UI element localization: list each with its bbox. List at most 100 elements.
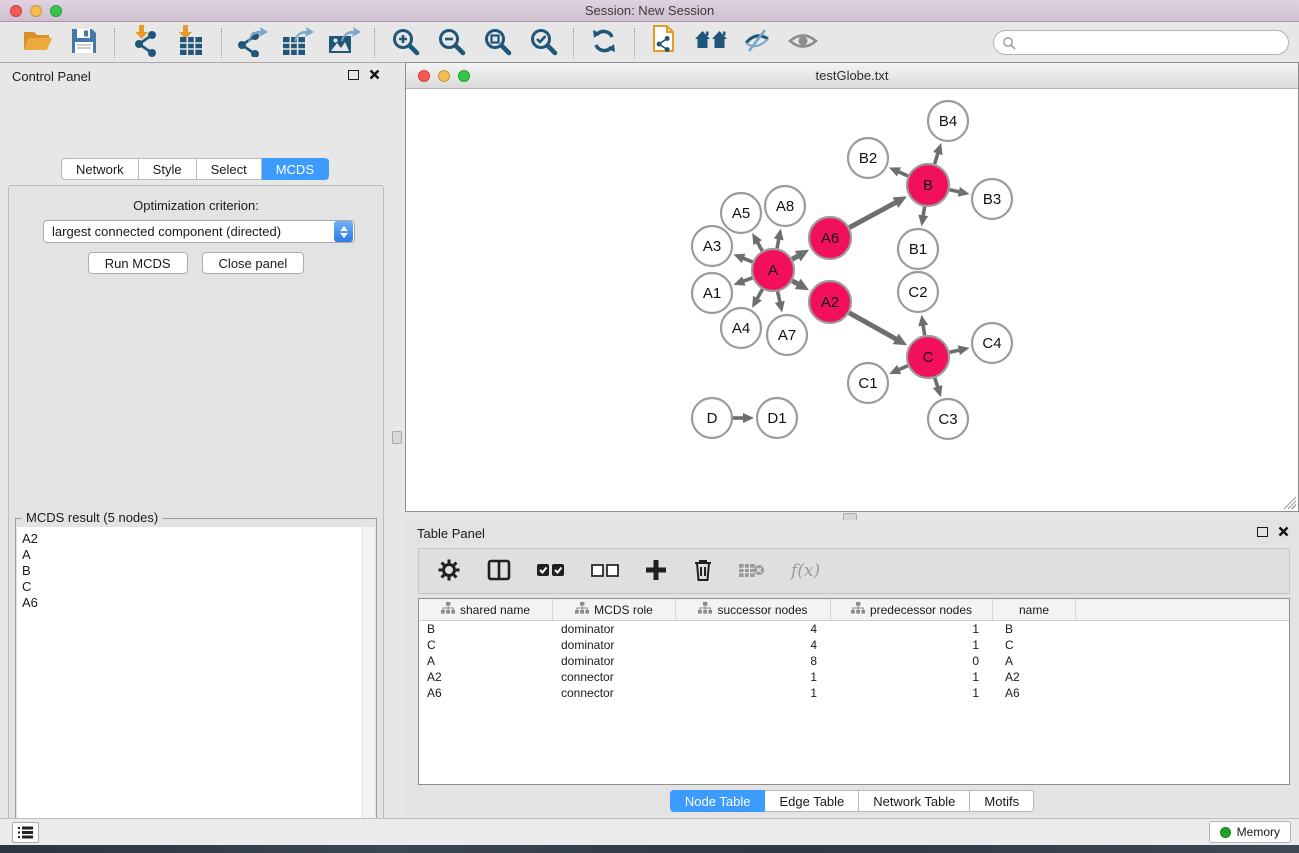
table-cell[interactable]: connector xyxy=(553,685,676,701)
add-column-button[interactable] xyxy=(645,559,667,584)
graph-node-A6[interactable]: A6 xyxy=(809,217,851,259)
graph-node-C4[interactable]: C4 xyxy=(972,323,1012,363)
table-cell[interactable]: A xyxy=(993,653,1076,669)
graph-node-A3[interactable]: A3 xyxy=(692,226,732,266)
graph-node-A2[interactable]: A2 xyxy=(809,281,851,323)
refresh-layout-button[interactable] xyxy=(585,27,623,59)
graph-node-C3[interactable]: C3 xyxy=(928,399,968,439)
tab-style[interactable]: Style xyxy=(139,158,197,180)
column-header-name[interactable]: name xyxy=(993,599,1076,620)
table-cell[interactable]: 1 xyxy=(831,621,993,637)
column-header-MCDS-role[interactable]: MCDS role xyxy=(553,599,676,620)
table-cell[interactable]: dominator xyxy=(553,621,676,637)
export-network-button[interactable] xyxy=(233,27,271,59)
tab-select[interactable]: Select xyxy=(197,158,262,180)
float-table-panel-icon[interactable] xyxy=(1257,527,1268,537)
hide-graphics-details-button[interactable] xyxy=(738,27,776,59)
close-panel-icon[interactable] xyxy=(369,69,380,80)
import-table-button[interactable] xyxy=(172,27,210,59)
result-list-item[interactable]: A xyxy=(22,547,362,563)
network-close-icon[interactable] xyxy=(418,70,430,82)
open-file-button[interactable] xyxy=(19,27,57,59)
table-row[interactable]: A6connector11A6 xyxy=(419,685,1289,701)
function-builder-button[interactable]: f(x) xyxy=(791,561,820,581)
vertical-split-grip[interactable] xyxy=(392,431,402,444)
graph-node-B2[interactable]: B2 xyxy=(848,138,888,178)
tab-network-table[interactable]: Network Table xyxy=(859,790,970,812)
search-input[interactable] xyxy=(993,30,1289,55)
node-table[interactable]: shared nameMCDS rolesuccessor nodesprede… xyxy=(418,598,1290,785)
table-cell[interactable]: A6 xyxy=(419,685,553,701)
table-cell[interactable]: dominator xyxy=(553,637,676,653)
table-row[interactable]: Cdominator41C xyxy=(419,637,1289,653)
close-table-panel-icon[interactable] xyxy=(1278,526,1289,537)
graph-node-D1[interactable]: D1 xyxy=(757,398,797,438)
network-from-file-button[interactable] xyxy=(646,27,684,59)
minimize-window-icon[interactable] xyxy=(30,5,42,17)
graph-node-A5[interactable]: A5 xyxy=(721,193,761,233)
graph-node-B3[interactable]: B3 xyxy=(972,179,1012,219)
zoom-fit-button[interactable] xyxy=(478,27,516,59)
table-cell[interactable]: connector xyxy=(553,669,676,685)
network-graph[interactable]: B4B2BB3A5A8A6A3B1AC2A1A2A4A7CC4C1C3DD1 xyxy=(406,89,1298,511)
graph-edge[interactable] xyxy=(849,202,897,228)
resize-grip-icon[interactable] xyxy=(1282,495,1296,509)
tab-edge-table[interactable]: Edge Table xyxy=(765,790,859,812)
table-cell[interactable]: A2 xyxy=(993,669,1076,685)
graph-node-A[interactable]: A xyxy=(752,249,794,291)
table-cell[interactable]: 8 xyxy=(676,653,831,669)
graph-node-D[interactable]: D xyxy=(692,398,732,438)
table-cell[interactable]: B xyxy=(993,621,1076,637)
table-row[interactable]: Adominator80A xyxy=(419,653,1289,669)
graph-node-B1[interactable]: B1 xyxy=(898,229,938,269)
table-cell[interactable]: 4 xyxy=(676,637,831,653)
delete-table-button[interactable] xyxy=(739,561,765,582)
import-network-button[interactable] xyxy=(126,27,164,59)
criterion-select[interactable]: largest connected component (directed) xyxy=(43,220,355,243)
graph-node-A7[interactable]: A7 xyxy=(767,315,807,355)
table-cell[interactable]: 1 xyxy=(831,637,993,653)
graph-edge[interactable] xyxy=(849,313,897,340)
graph-node-C2[interactable]: C2 xyxy=(898,272,938,312)
delete-column-button[interactable] xyxy=(693,558,713,585)
graph-node-B[interactable]: B xyxy=(907,164,949,206)
result-list-item[interactable]: C xyxy=(22,579,362,595)
float-panel-icon[interactable] xyxy=(348,70,359,80)
network-canvas[interactable]: B4B2BB3A5A8A6A3B1AC2A1A2A4A7CC4C1C3DD1 xyxy=(406,89,1298,511)
graph-node-C[interactable]: C xyxy=(907,336,949,378)
table-cell[interactable]: A xyxy=(419,653,553,669)
column-header-shared-name[interactable]: shared name xyxy=(419,599,553,620)
settings-button[interactable] xyxy=(437,558,461,585)
graph-node-B4[interactable]: B4 xyxy=(928,101,968,141)
save-session-button[interactable] xyxy=(65,27,103,59)
zoom-in-button[interactable] xyxy=(386,27,424,59)
graph-node-A8[interactable]: A8 xyxy=(765,186,805,226)
table-cell[interactable]: 1 xyxy=(831,669,993,685)
houses-button[interactable] xyxy=(692,27,730,59)
export-image-button[interactable] xyxy=(325,27,363,59)
table-row[interactable]: A2connector11A2 xyxy=(419,669,1289,685)
table-cell[interactable]: A6 xyxy=(993,685,1076,701)
table-cell[interactable]: 1 xyxy=(676,669,831,685)
table-cell[interactable]: 4 xyxy=(676,621,831,637)
task-history-button[interactable] xyxy=(12,822,39,843)
table-cell[interactable]: B xyxy=(419,621,553,637)
result-list-item[interactable]: A2 xyxy=(22,531,362,547)
close-panel-button[interactable]: Close panel xyxy=(202,252,305,274)
table-cell[interactable]: dominator xyxy=(553,653,676,669)
graph-node-A1[interactable]: A1 xyxy=(692,273,732,313)
table-cell[interactable]: C xyxy=(993,637,1076,653)
table-cell[interactable]: 1 xyxy=(831,685,993,701)
result-list-item[interactable]: A6 xyxy=(22,595,362,611)
table-cell[interactable]: A2 xyxy=(419,669,553,685)
table-cell[interactable]: C xyxy=(419,637,553,653)
network-zoom-icon[interactable] xyxy=(458,70,470,82)
network-minimize-icon[interactable] xyxy=(438,70,450,82)
export-table-button[interactable] xyxy=(279,27,317,59)
table-cell[interactable]: 0 xyxy=(831,653,993,669)
memory-button[interactable]: Memory xyxy=(1209,821,1291,843)
tab-motifs[interactable]: Motifs xyxy=(970,790,1034,812)
tab-mcds[interactable]: MCDS xyxy=(262,158,329,180)
graph-node-C1[interactable]: C1 xyxy=(848,363,888,403)
column-header-predecessor-nodes[interactable]: predecessor nodes xyxy=(831,599,993,620)
